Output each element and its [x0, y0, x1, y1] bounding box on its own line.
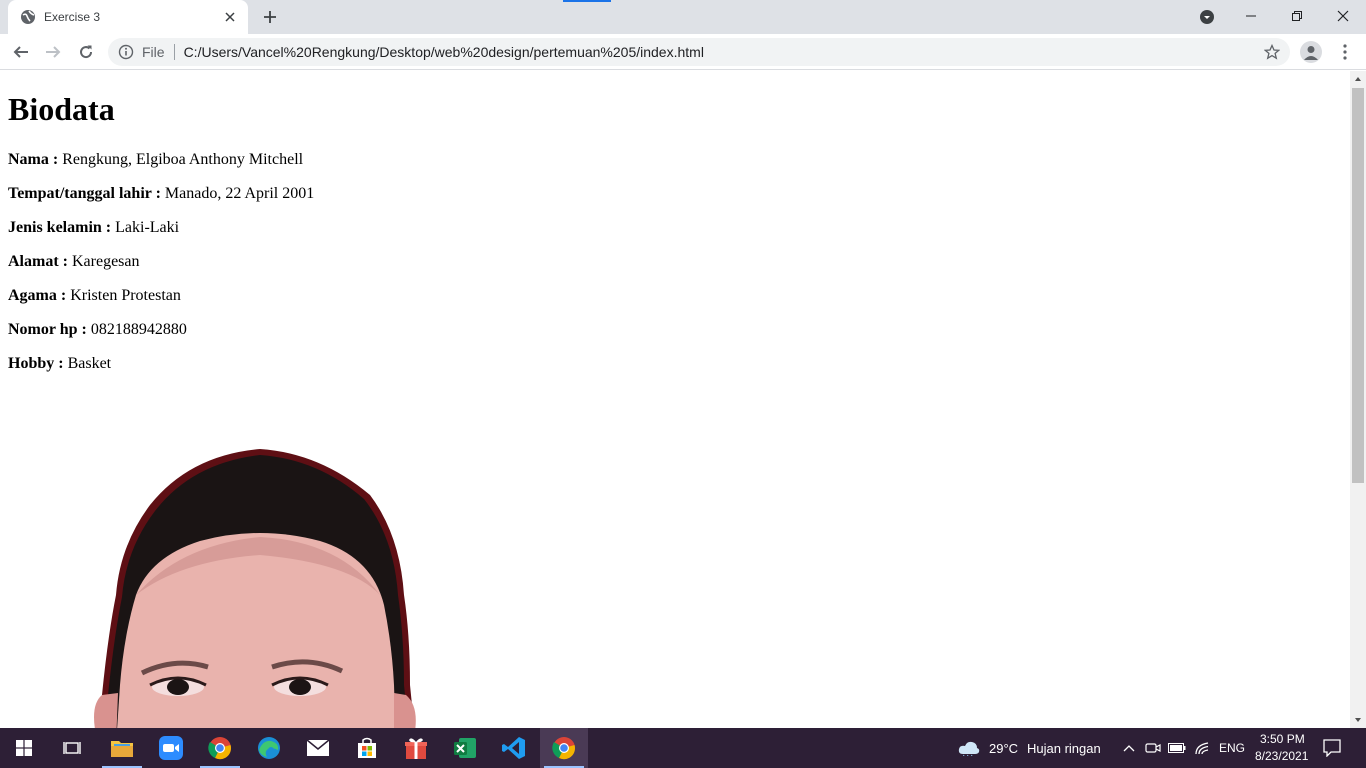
meet-now-icon[interactable] — [1143, 738, 1163, 758]
back-button[interactable] — [7, 38, 35, 66]
field-row: Jenis kelamin : Laki-Laki — [8, 219, 179, 237]
field-label: Tempat/tanggal lahir : — [8, 185, 161, 202]
vscode-icon[interactable] — [490, 728, 538, 768]
clock-time[interactable]: 3:50 PM — [1260, 732, 1305, 746]
field-value: 082188942880 — [90, 321, 187, 338]
field-label: Agama : — [8, 287, 67, 304]
field-row: Nama : Rengkung, Elgiboa Anthony Mitchel… — [8, 151, 303, 169]
address-bar[interactable]: File C:/Users/Vancel%20Rengkung/Desktop/… — [108, 38, 1290, 66]
file-explorer-icon[interactable] — [98, 728, 146, 768]
omnibox-scheme-label: File — [142, 44, 165, 60]
reload-button[interactable] — [72, 38, 100, 66]
chevron-up-icon[interactable] — [1119, 738, 1139, 758]
edge-icon[interactable] — [245, 728, 293, 768]
forward-button[interactable] — [39, 38, 67, 66]
tab-loading-indicator — [563, 0, 611, 2]
field-value: Kristen Protestan — [70, 287, 181, 304]
field-row: Hobby : Basket — [8, 355, 111, 373]
field-label: Hobby : — [8, 355, 64, 372]
globe-icon — [20, 9, 36, 25]
profile-avatar-icon[interactable] — [1300, 41, 1322, 63]
field-label: Nama : — [8, 151, 59, 168]
page-viewport: Biodata Nama : Rengkung, Elgiboa Anthony… — [0, 71, 1350, 728]
field-row: Nomor hp : 082188942880 — [8, 321, 187, 339]
tab-title: Exercise 3 — [44, 10, 101, 24]
field-value: Manado, 22 April 2001 — [164, 185, 315, 202]
start-icon[interactable] — [0, 728, 48, 768]
new-tab-button[interactable] — [258, 5, 282, 29]
language-indicator[interactable]: ENG — [1219, 741, 1245, 755]
field-row: Tempat/tanggal lahir : Manado, 22 April … — [8, 185, 314, 203]
tab-search-icon[interactable] — [1196, 6, 1218, 28]
field-value: Basket — [67, 355, 112, 372]
url-text[interactable]: C:/Users/Vancel%20Rengkung/Desktop/web%2… — [184, 44, 1262, 60]
scroll-down-arrow-icon[interactable] — [1350, 712, 1366, 728]
field-row: Agama : Kristen Protestan — [8, 287, 181, 305]
field-row: Alamat : Karegesan — [8, 253, 140, 271]
restore-button[interactable] — [1274, 0, 1320, 32]
browser-tab[interactable]: Exercise 3 — [8, 0, 248, 34]
scroll-up-arrow-icon[interactable] — [1350, 71, 1366, 87]
scrollbar-thumb[interactable] — [1352, 88, 1364, 483]
task-view-icon[interactable] — [48, 728, 96, 768]
close-tab-icon[interactable] — [220, 7, 240, 27]
mail-icon[interactable] — [294, 728, 342, 768]
page-title: Biodata — [8, 91, 115, 127]
notification-icon[interactable] — [1322, 738, 1342, 758]
field-value: Rengkung, Elgiboa Anthony Mitchell — [62, 151, 304, 168]
field-value: Laki-Laki — [115, 219, 180, 236]
chrome-icon[interactable] — [196, 728, 244, 768]
wifi-icon[interactable] — [1192, 738, 1212, 758]
bookmark-star-icon[interactable] — [1262, 42, 1282, 62]
weather-cloud-icon[interactable] — [958, 738, 980, 758]
close-window-button[interactable] — [1320, 0, 1366, 32]
field-label: Nomor hp : — [8, 321, 87, 338]
clock-date[interactable]: 8/23/2021 — [1255, 749, 1308, 763]
browser-toolbar: File C:/Users/Vancel%20Rengkung/Desktop/… — [0, 34, 1366, 70]
vertical-scrollbar[interactable] — [1350, 71, 1366, 728]
profile-photo — [94, 449, 416, 728]
minimize-button[interactable] — [1228, 0, 1274, 32]
tab-strip: Exercise 3 — [0, 0, 1366, 34]
battery-icon[interactable] — [1167, 738, 1187, 758]
store-icon[interactable] — [343, 728, 391, 768]
excel-icon[interactable] — [441, 728, 489, 768]
zoom-icon[interactable] — [147, 728, 195, 768]
field-value: Karegesan — [71, 253, 140, 270]
kebab-menu-icon[interactable] — [1334, 40, 1356, 64]
omnibox-divider — [173, 44, 175, 60]
field-label: Jenis kelamin : — [8, 219, 112, 236]
gift-icon[interactable] — [392, 728, 440, 768]
chrome-icon[interactable] — [540, 728, 588, 768]
windows-taskbar: 29°C Hujan ringan ENG 3:50 PM 8/23/2021 — [0, 728, 1366, 768]
field-label: Alamat : — [8, 253, 68, 270]
info-icon[interactable] — [118, 44, 134, 60]
weather-description[interactable]: Hujan ringan — [1027, 741, 1101, 756]
weather-temperature[interactable]: 29°C — [989, 741, 1018, 756]
